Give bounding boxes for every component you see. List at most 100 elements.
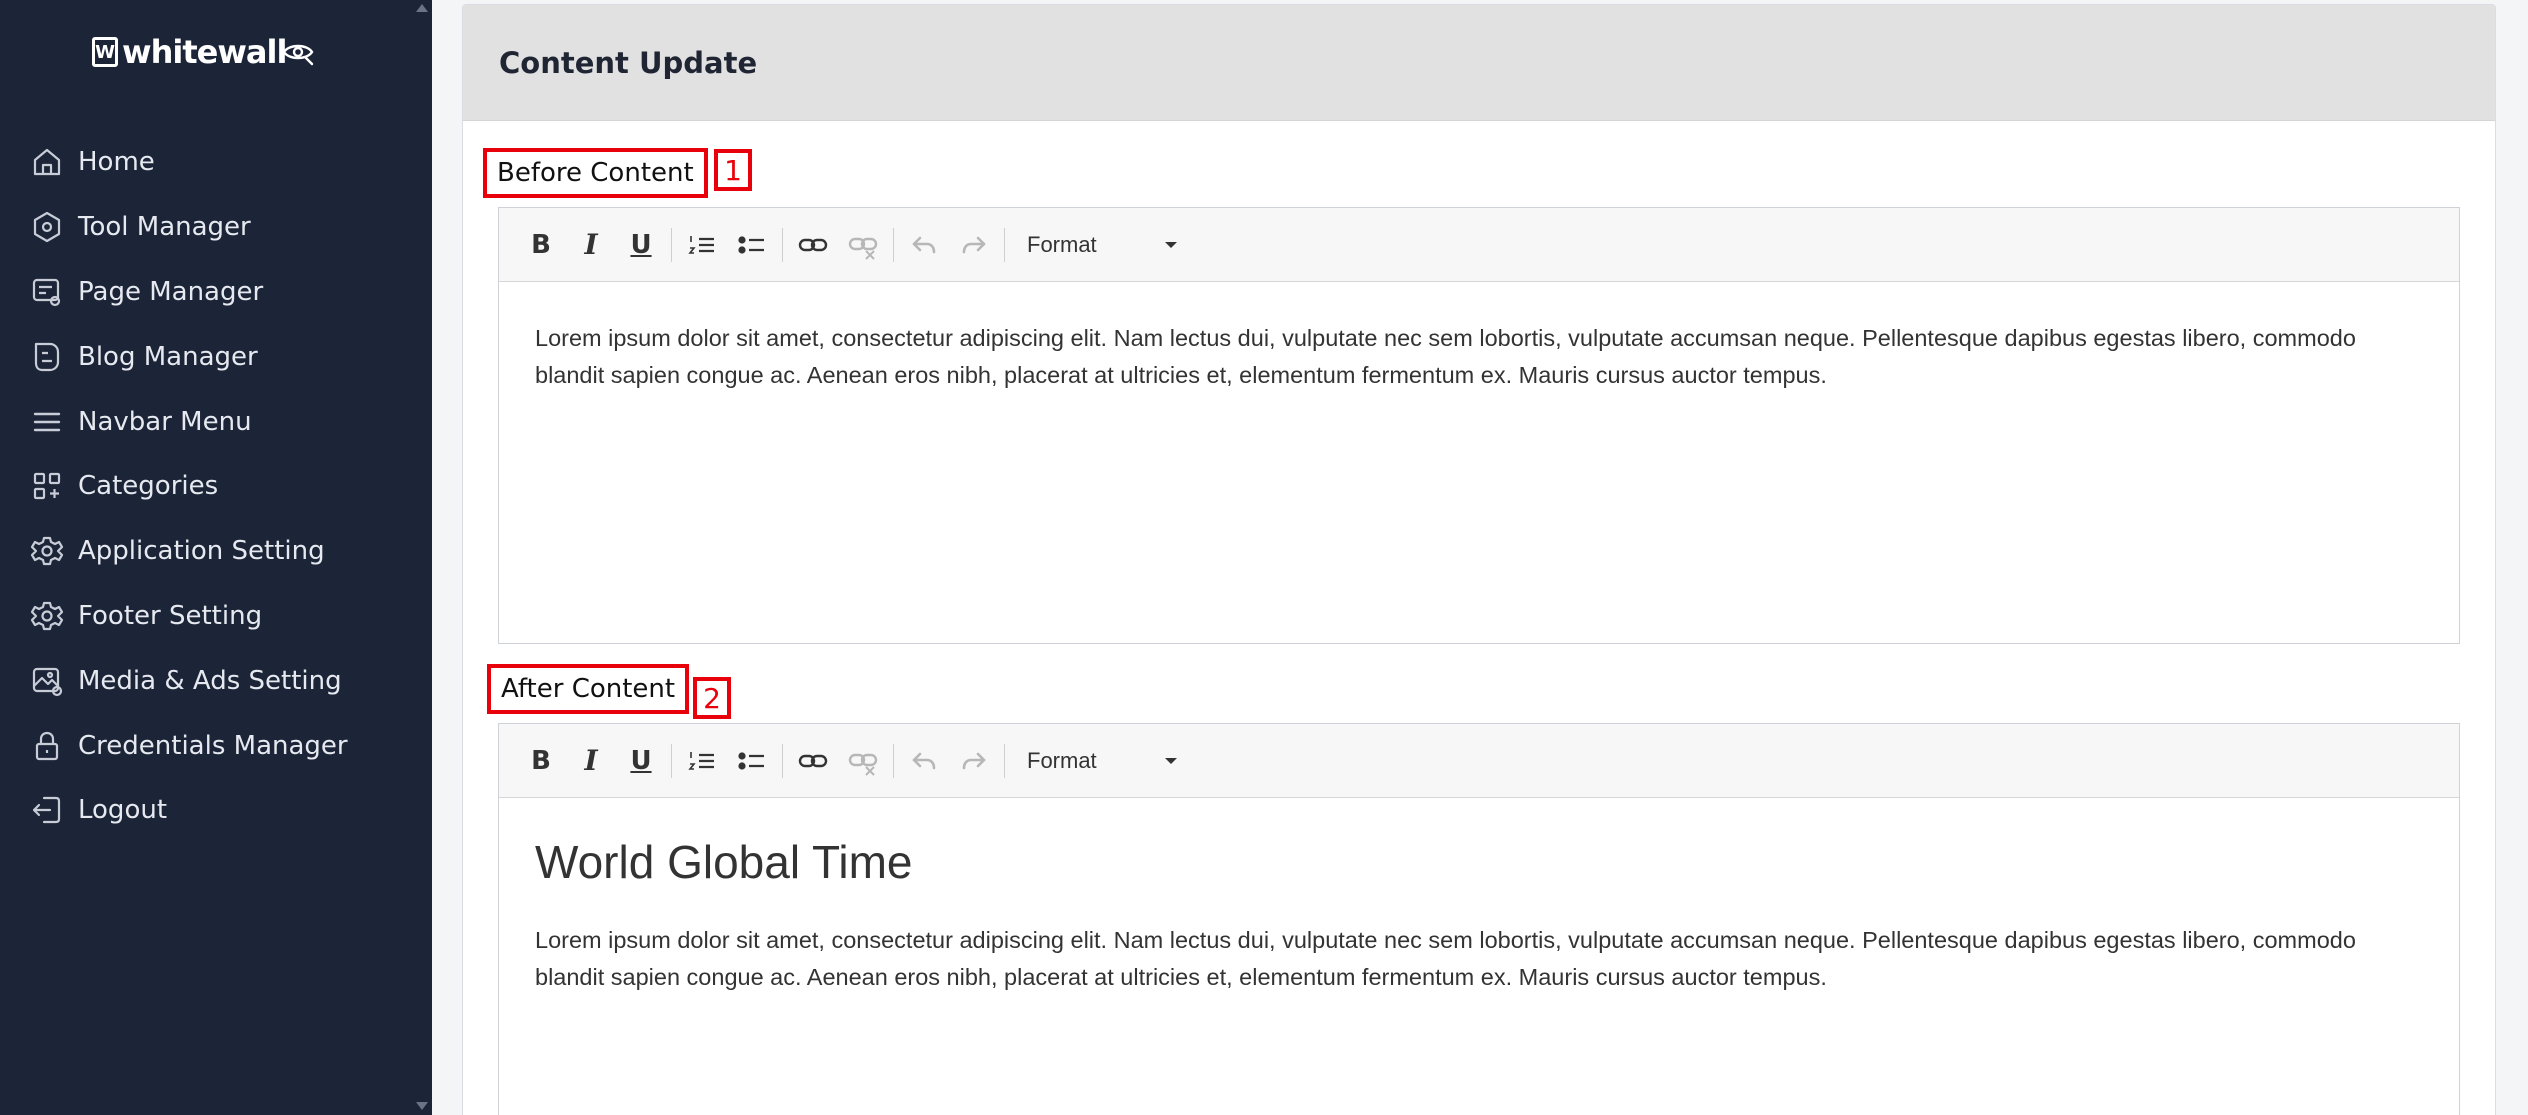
format-dropdown-label: Format [1027, 231, 1097, 257]
bullet-list-icon [738, 751, 764, 770]
toolbar-divider [893, 743, 894, 778]
numbered-list-button[interactable] [682, 225, 722, 265]
card-header: Content Update [463, 5, 2495, 121]
toolbar-divider [1004, 743, 1005, 778]
sidebar-item-logout[interactable]: Logout [0, 778, 432, 843]
grid-icon [33, 473, 61, 500]
editor-content-area[interactable]: World Global Time Lorem ipsum dolor sit … [499, 798, 2459, 1034]
unlink-button[interactable] [843, 741, 883, 781]
gear-icon [30, 537, 64, 566]
before-content-label: Before Content [483, 148, 708, 198]
sidebar-item-blog-manager[interactable]: Blog Manager [0, 324, 432, 389]
link-icon [798, 754, 828, 767]
unlink-button[interactable] [843, 225, 883, 265]
unlink-icon [848, 753, 878, 776]
after-content-editor: B I U Format World Global Time Lorem ips… [498, 723, 2460, 1115]
sidebar-item-label: Categories [78, 471, 219, 502]
sidebar-item-label: Page Manager [78, 276, 264, 307]
toolbar-divider [782, 227, 783, 262]
undo-icon [912, 752, 936, 769]
bullet-list-button[interactable] [732, 741, 772, 781]
undo-icon [912, 236, 936, 253]
page-title: Content Update [499, 45, 758, 80]
sidebar-item-label: Home [78, 147, 155, 178]
chevron-down-icon [1165, 757, 1177, 764]
editor-toolbar: B I U Format [499, 724, 2459, 798]
brand-mark: W [92, 37, 118, 67]
bullet-list-icon [738, 235, 764, 254]
sidebar-item-label: Blog Manager [78, 341, 258, 372]
redo-icon [962, 236, 986, 253]
editor-heading: World Global Time [535, 836, 913, 888]
link-button[interactable] [793, 225, 833, 265]
editor-toolbar: B I U Format [499, 208, 2459, 282]
toolbar-divider [671, 227, 672, 262]
home-icon [33, 149, 61, 176]
link-icon [798, 238, 828, 251]
italic-button[interactable]: I [571, 225, 611, 265]
italic-button[interactable]: I [571, 741, 611, 781]
eye-icon[interactable] [280, 34, 316, 70]
sidebar-scroll-down-arrow[interactable] [416, 1102, 428, 1110]
gear-icon [30, 601, 64, 631]
brand-name: whitewall [122, 33, 287, 71]
sidebar-item-navbar-menu[interactable]: Navbar Menu [0, 389, 432, 454]
sidebar-item-page-manager[interactable]: Page Manager [0, 260, 432, 325]
link-button[interactable] [793, 741, 833, 781]
chevron-down-icon [1165, 241, 1177, 248]
sidebar-item-categories[interactable]: Categories [0, 454, 432, 519]
editor-paragraph: Lorem ipsum dolor sit amet, consectetur … [535, 927, 2356, 990]
bold-button[interactable]: B [521, 741, 561, 781]
undo-button[interactable] [904, 741, 944, 781]
format-dropdown[interactable]: Format [1015, 741, 1185, 781]
redo-button[interactable] [954, 741, 994, 781]
editor-content-area[interactable]: Lorem ipsum dolor sit amet, consectetur … [499, 282, 2459, 432]
redo-icon [962, 752, 986, 769]
before-content-editor: B I U Format Lorem ipsum dolor sit amet,… [498, 207, 2460, 644]
sidebar-item-label: Footer Setting [78, 600, 263, 631]
numbered-list-icon [688, 235, 714, 254]
sidebar-nav: Home Tool Manager Page Manager Blog Mana… [0, 130, 432, 843]
image-settings-icon [32, 667, 63, 696]
page-settings-icon [32, 278, 61, 307]
unlink-icon [848, 237, 878, 260]
numbered-list-icon [688, 751, 714, 770]
hexagon-icon [33, 212, 61, 243]
sidebar-item-media-ads-setting[interactable]: Media & Ads Setting [0, 648, 432, 713]
undo-button[interactable] [904, 225, 944, 265]
sidebar-item-label: Credentials Manager [78, 730, 348, 761]
redo-button[interactable] [954, 225, 994, 265]
format-dropdown[interactable]: Format [1015, 225, 1185, 265]
sidebar-item-label: Media & Ads Setting [78, 665, 342, 696]
numbered-list-button[interactable] [682, 741, 722, 781]
bullet-list-button[interactable] [732, 225, 772, 265]
annotation-badge-2: 2 [693, 677, 731, 719]
underline-button[interactable]: U [621, 741, 661, 781]
editor-paragraph: Lorem ipsum dolor sit amet, consectetur … [535, 325, 2356, 388]
lock-icon [35, 731, 59, 760]
blog-icon [34, 342, 60, 371]
toolbar-divider [893, 227, 894, 262]
after-content-label: After Content [487, 664, 690, 714]
sidebar-item-application-setting[interactable]: Application Setting [0, 519, 432, 584]
underline-button[interactable]: U [621, 225, 661, 265]
toolbar-divider [671, 743, 672, 778]
sidebar-item-label: Navbar Menu [78, 406, 252, 437]
sidebar-scroll-up-arrow[interactable] [416, 4, 428, 12]
sidebar-item-label: Logout [78, 795, 168, 826]
sidebar-item-tool-manager[interactable]: Tool Manager [0, 195, 432, 260]
toolbar-divider [782, 743, 783, 778]
menu-icon [33, 412, 61, 431]
brand-logo[interactable]: W whitewall [92, 28, 287, 76]
format-dropdown-label: Format [1027, 747, 1097, 773]
sidebar-item-home[interactable]: Home [0, 130, 432, 195]
toolbar-divider [1004, 227, 1005, 262]
sidebar: W whitewall Home Tool Manager Page Manag… [0, 0, 432, 1115]
sidebar-item-label: Application Setting [78, 536, 325, 567]
sidebar-item-credentials-manager[interactable]: Credentials Manager [0, 713, 432, 778]
logout-icon [32, 797, 61, 824]
annotation-badge-1: 1 [714, 149, 752, 191]
bold-button[interactable]: B [521, 225, 561, 265]
sidebar-item-label: Tool Manager [78, 212, 251, 243]
sidebar-item-footer-setting[interactable]: Footer Setting [0, 584, 432, 649]
